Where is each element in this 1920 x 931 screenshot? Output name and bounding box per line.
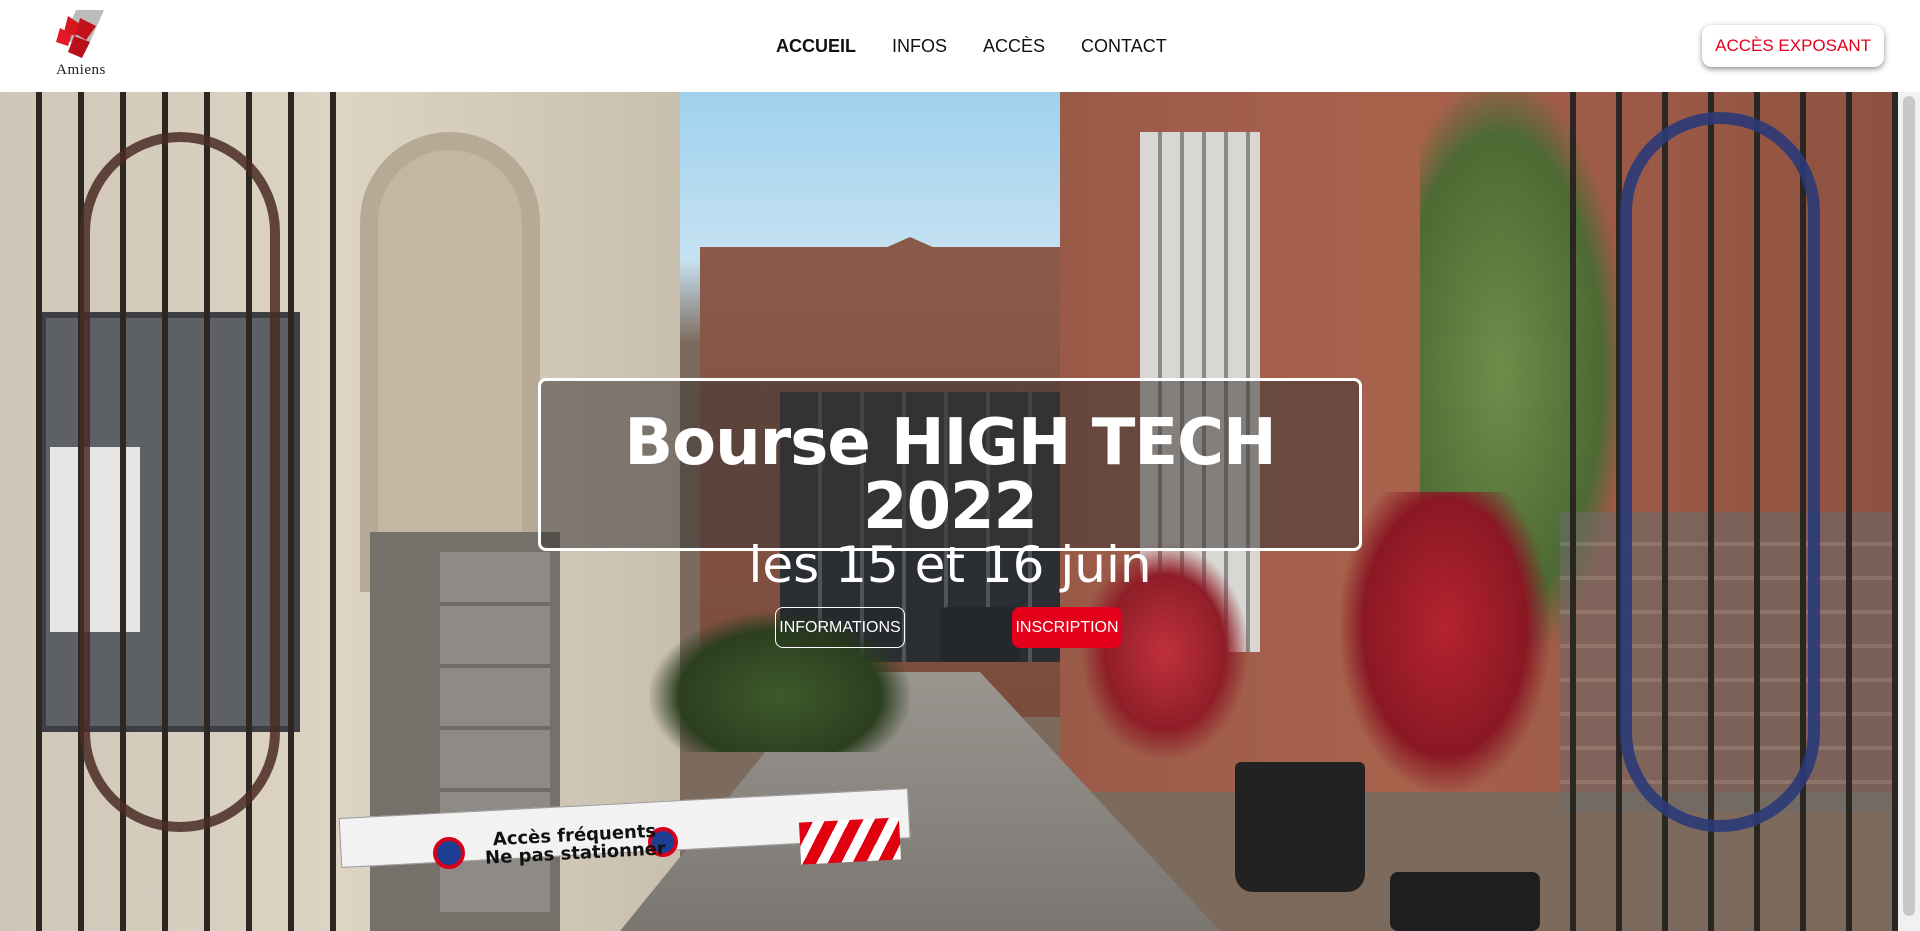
acces-exposant-button[interactable]: ACCÈS EXPOSANT [1702, 25, 1884, 67]
nav-contact[interactable]: CONTACT [1081, 36, 1167, 57]
nav-infos[interactable]: INFOS [892, 36, 947, 57]
red-maple-large [1340, 492, 1550, 792]
scrollbar-thumb[interactable] [1903, 96, 1915, 916]
barrier-chevrons [798, 817, 902, 865]
left-gate-ornament [80, 132, 280, 832]
building-roof [740, 237, 1080, 312]
event-title-box: Bourse HIGH TECH 2022 les 15 et 16 juin [538, 378, 1362, 591]
informations-button[interactable]: INFORMATIONS [775, 607, 905, 648]
black-planter-pot-2 [1390, 872, 1540, 931]
stone-arch [360, 132, 540, 592]
event-title: Bourse HIGH TECH 2022 [624, 406, 1276, 544]
amiens-logo[interactable]: Amiens [46, 6, 116, 80]
inscription-button[interactable]: INSCRIPTION [1012, 607, 1122, 648]
top-navbar: Amiens ACCUEIL INFOS ACCÈS CONTACT ACCÈS… [0, 0, 1920, 92]
amiens-logo-icon [56, 10, 104, 58]
main-nav: ACCUEIL INFOS ACCÈS CONTACT [776, 36, 1167, 57]
parked-car [940, 607, 1020, 662]
no-parking-icon [433, 837, 465, 869]
nav-accueil[interactable]: ACCUEIL [776, 36, 856, 57]
event-dates: les 15 et 16 juin [748, 536, 1152, 594]
right-gate-ornament [1620, 112, 1820, 832]
black-planter-pot [1235, 762, 1365, 892]
logo-label: Amiens [56, 62, 106, 78]
nav-acces[interactable]: ACCÈS [983, 36, 1045, 57]
